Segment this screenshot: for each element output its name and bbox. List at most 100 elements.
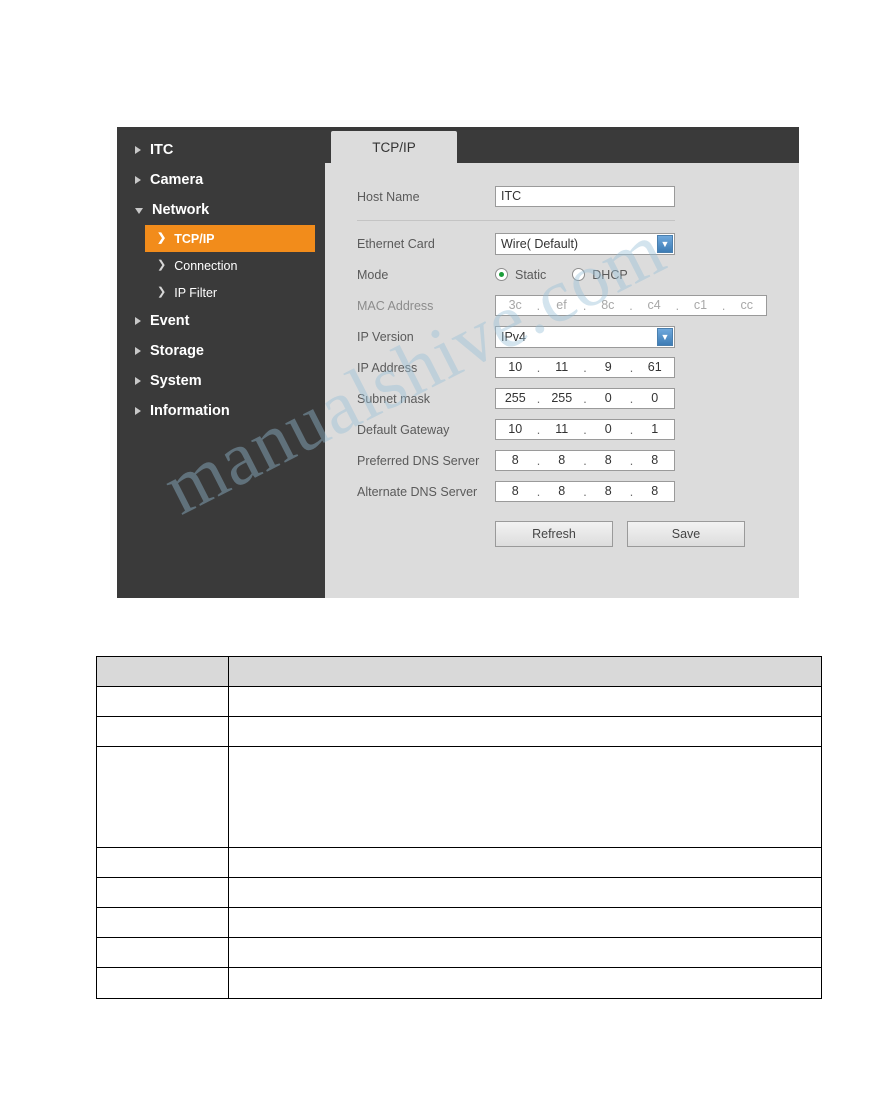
ip-segment[interactable]: 10: [496, 358, 535, 377]
mac-segment: 8c: [601, 298, 615, 312]
radio-static[interactable]: Static: [495, 268, 546, 282]
table-cell-param: [96, 847, 229, 878]
dns-segment[interactable]: 8: [589, 451, 628, 470]
ethernet-card-value: Wire( Default): [501, 236, 579, 251]
row-default-gateway: Default Gateway 10 . 11 . 0 . 1: [325, 414, 799, 445]
table-cell-desc: [228, 716, 822, 747]
radio-dhcp[interactable]: DHCP: [572, 267, 628, 282]
sidebar-item-tcpip[interactable]: ❯ TCP/IP: [145, 225, 315, 252]
default-gateway-label: Default Gateway: [357, 422, 450, 437]
tab-label: TCP/IP: [372, 139, 416, 155]
row-mac-address: MAC Address 3c . ef . 8c . c4 . c1 . cc: [325, 290, 799, 321]
mode-radio-group: Static DHCP: [495, 268, 628, 282]
dns-segment[interactable]: 8: [496, 482, 535, 501]
table-row: [96, 686, 822, 717]
dns-segment[interactable]: 8: [543, 451, 582, 470]
table-row: [96, 907, 822, 938]
radio-dhcp-label: DHCP: [592, 267, 628, 282]
dns-segment[interactable]: 8: [636, 482, 675, 501]
gateway-segment[interactable]: 1: [636, 420, 675, 439]
table-cell-param: [96, 656, 229, 687]
ethernet-card-select[interactable]: Wire( Default) ▼: [495, 232, 675, 255]
triangle-right-icon: [135, 377, 141, 385]
gateway-segment[interactable]: 0: [589, 420, 628, 439]
table-cell-desc: [228, 746, 822, 848]
sidebar-item-storage[interactable]: Storage: [117, 336, 325, 366]
sidebar-item-camera[interactable]: Camera: [117, 165, 325, 195]
table-row: [96, 716, 822, 747]
dot-separator: .: [629, 453, 634, 468]
triangle-right-icon: [135, 146, 141, 154]
mask-segment[interactable]: 255: [543, 389, 582, 408]
mask-segment[interactable]: 255: [496, 389, 535, 408]
preferred-dns-field[interactable]: 8 . 8 . 8 . 8: [495, 450, 675, 471]
dns-segment[interactable]: 8: [496, 451, 535, 470]
table-cell-desc: [228, 907, 822, 938]
sidebar-item-network[interactable]: Network: [117, 195, 325, 225]
chevron-right-icon: ❯: [157, 286, 167, 298]
ip-version-label: IP Version: [357, 329, 414, 344]
sidebar-item-ip-filter[interactable]: ❯ IP Filter: [145, 279, 315, 306]
sidebar-item-information[interactable]: Information: [117, 396, 325, 426]
dns-segment[interactable]: 8: [589, 482, 628, 501]
sidebar-item-event[interactable]: Event: [117, 306, 325, 336]
ip-address-field[interactable]: 10 . 11 . 9 . 61: [495, 357, 675, 378]
mask-segment[interactable]: 0: [589, 389, 628, 408]
sidebar-item-label: Camera: [150, 172, 204, 188]
sidebar-item-label: Storage: [150, 343, 204, 359]
row-preferred-dns: Preferred DNS Server 8 . 8 . 8 . 8: [325, 445, 799, 476]
dns-segment[interactable]: 8: [636, 451, 675, 470]
gateway-segment[interactable]: 10: [496, 420, 535, 439]
mac-segment: c1: [693, 298, 708, 312]
host-name-input[interactable]: ITC: [495, 186, 675, 207]
ip-segment[interactable]: 61: [636, 358, 675, 377]
refresh-button[interactable]: Refresh: [495, 521, 613, 547]
mode-label: Mode: [357, 267, 389, 282]
triangle-right-icon: [135, 407, 141, 415]
table-cell-desc: [228, 877, 822, 908]
table-row: [96, 937, 822, 968]
row-mode: Mode Static DHCP: [325, 259, 799, 290]
description-table: [96, 656, 822, 999]
dot-separator: .: [583, 360, 587, 375]
default-gateway-field[interactable]: 10 . 11 . 0 . 1: [495, 419, 675, 440]
tab-tcpip[interactable]: TCP/IP: [331, 131, 457, 163]
table-cell-desc: [228, 847, 822, 878]
dot-separator: .: [536, 298, 541, 313]
device-web-ui-panel: ITC Camera Network ❯ TCP/IP ❯ Connection…: [117, 127, 799, 598]
divider: [357, 220, 675, 221]
ip-address-label: IP Address: [357, 360, 418, 375]
triangle-down-icon: [135, 208, 143, 214]
table-cell-desc: [228, 967, 822, 999]
sidebar-item-system[interactable]: System: [117, 366, 325, 396]
dot-separator: .: [583, 453, 587, 468]
ethernet-card-label: Ethernet Card: [357, 236, 435, 251]
table-row: [96, 967, 822, 999]
ip-segment[interactable]: 11: [543, 358, 582, 377]
subnet-mask-field[interactable]: 255 . 255 . 0 . 0: [495, 388, 675, 409]
dns-segment[interactable]: 8: [543, 482, 582, 501]
sidebar-item-label: ITC: [150, 142, 174, 158]
sidebar-item-label: Connection: [174, 258, 238, 273]
alternate-dns-label: Alternate DNS Server: [357, 484, 478, 499]
ip-version-select[interactable]: IPv4 ▼: [495, 325, 675, 348]
table-cell-param: [96, 907, 229, 938]
table-cell-desc: [228, 656, 822, 687]
gateway-segment[interactable]: 11: [543, 420, 582, 439]
form-buttons: Refresh Save: [325, 521, 799, 547]
radio-static-label: Static: [515, 267, 547, 282]
dot-separator: .: [536, 484, 541, 499]
mask-segment[interactable]: 0: [636, 389, 675, 408]
dot-separator: .: [629, 422, 634, 437]
sidebar-item-connection[interactable]: ❯ Connection: [145, 252, 315, 279]
row-host-name: Host Name ITC: [325, 181, 799, 212]
table-cell-param: [96, 716, 229, 747]
sidebar-item-itc[interactable]: ITC: [117, 135, 325, 165]
row-alternate-dns: Alternate DNS Server 8 . 8 . 8 . 8: [325, 476, 799, 507]
save-button[interactable]: Save: [627, 521, 745, 547]
table-cell-param: [96, 877, 229, 908]
dot-separator: .: [629, 360, 634, 375]
ip-segment[interactable]: 9: [589, 358, 628, 377]
alternate-dns-field[interactable]: 8 . 8 . 8 . 8: [495, 481, 675, 502]
table-cell-desc: [228, 937, 822, 968]
